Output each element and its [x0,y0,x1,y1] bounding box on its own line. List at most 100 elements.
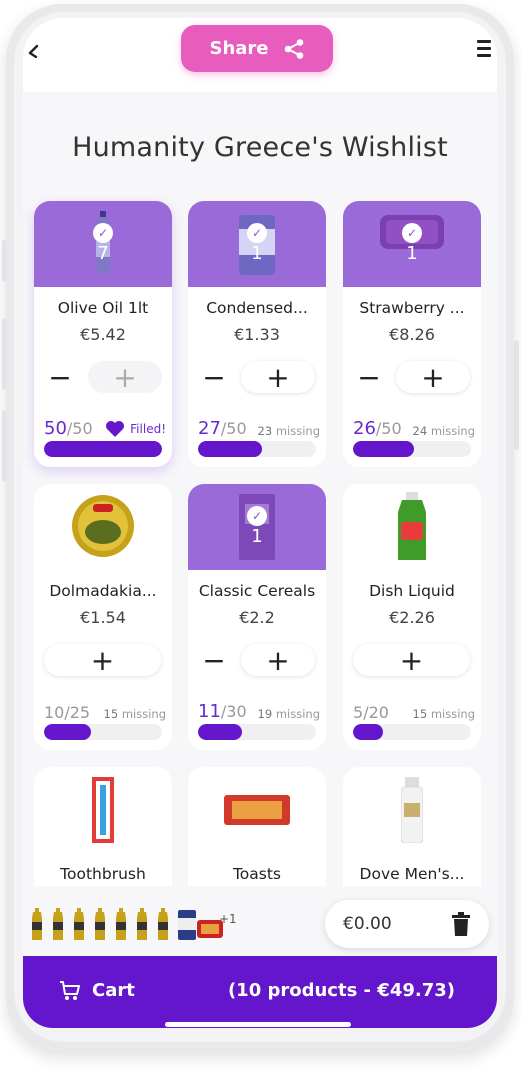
progress-bar [353,441,471,457]
missing-count: 19 missing [257,707,320,721]
trash-icon[interactable] [451,912,471,936]
dolmadakia-can-image [72,495,134,557]
progress-bar-fill [198,441,262,457]
product-price: €2.26 [389,608,435,627]
product-name: Olive Oil 1lt [57,299,149,317]
product-card-dish-liquid[interactable]: Dish Liquid €2.26 + 5/20 15 missing [343,484,481,750]
hamburger-menu-icon[interactable] [477,40,491,58]
share-button[interactable]: Share [181,25,333,72]
product-image [188,767,326,853]
increase-quantity-button[interactable]: + [353,644,470,677]
filled-status: Filled! [105,420,166,438]
app-screen: Share Humanity Greece's Wishlist ✓ 7 Oli… [23,18,497,1028]
selected-check-icon: ✓ [247,223,267,243]
cart-quantity: 1 [251,243,263,264]
cart-preview-items [31,900,223,940]
product-image: ✓ 7 [34,201,172,287]
olive-oil-thumbnail[interactable] [52,908,64,940]
product-image [34,484,172,570]
phone-side-button [2,318,7,390]
selected-check-icon: ✓ [402,223,422,243]
product-image [34,767,172,853]
progress-bar-fill [198,724,242,740]
cart-quantity: 7 [97,243,109,264]
condensed-milk-thumbnail[interactable] [178,910,196,940]
product-name: Toothbrush [60,865,146,883]
progress-info: 10/25 15 missing [44,700,166,722]
product-card-strawberry[interactable]: ✓ 1 Strawberry ... €8.26 − + 26/50 24 mi… [343,201,481,467]
missing-count: 23 missing [257,424,320,438]
progress-count: 5/20 [353,703,389,722]
decrease-quantity-button[interactable]: − [198,644,230,677]
missing-count: 15 missing [412,707,475,721]
increase-quantity-button[interactable]: + [241,644,315,677]
missing-count: 24 missing [412,424,475,438]
phone-side-button [514,340,519,450]
progress-info: 27/50 23 missing [198,417,320,439]
progress-bar-fill [44,724,92,740]
olive-oil-thumbnail[interactable] [73,908,85,940]
product-card-olive-oil[interactable]: ✓ 7 Olive Oil 1lt €5.42 − + 50/50 Filled… [34,201,172,467]
product-card-classic-cereals[interactable]: ✓ 1 Classic Cereals €2.2 − + 11/30 19 mi… [188,484,326,750]
progress-info: 50/50 Filled! [44,417,166,439]
product-image [343,484,481,570]
cart-icon [60,981,80,1000]
product-price: €5.42 [80,325,126,344]
product-image: ✓ 1 [188,201,326,287]
back-arrow-icon[interactable] [27,44,41,58]
product-price: €1.33 [234,325,280,344]
selected-check-icon: ✓ [93,223,113,243]
progress-info: 26/50 24 missing [353,417,475,439]
product-card-condensed-milk[interactable]: ✓ 1 Condensed... €1.33 − + 27/50 23 miss… [188,201,326,467]
share-icon [284,38,303,59]
decrease-quantity-button[interactable]: − [198,361,230,394]
missing-count: 15 missing [103,707,166,721]
decrease-quantity-button[interactable]: − [353,361,385,394]
cart-label: Cart [92,980,135,1001]
progress-count: 27/50 [198,418,247,439]
olive-oil-thumbnail[interactable] [115,908,127,940]
increase-quantity-button[interactable]: + [396,361,470,394]
product-price: €8.26 [389,325,435,344]
product-name: Strawberry ... [359,299,465,317]
olive-oil-thumbnail[interactable] [136,908,148,940]
dove-deodorant-image [401,777,423,843]
product-name: Dish Liquid [369,582,455,600]
cart-preview-tray: +1 €0.00 [23,886,497,956]
increase-quantity-button[interactable]: + [241,361,315,394]
progress-bar-fill [353,441,415,457]
product-price: €2.2 [239,608,275,627]
increase-quantity-button[interactable]: + [88,361,162,394]
progress-bar [353,724,471,740]
progress-count: 11/30 [198,701,247,722]
progress-bar-fill [44,441,162,457]
progress-count: 50/50 [44,418,93,439]
cart-quantity: 1 [406,243,418,264]
progress-bar-fill [353,724,383,740]
product-card-dolmadakia[interactable]: Dolmadakia... €1.54 + 10/25 15 missing [34,484,172,750]
product-image: ✓ 1 [343,201,481,287]
olive-oil-thumbnail[interactable] [31,908,43,940]
progress-count: 26/50 [353,418,402,439]
share-button-label: Share [209,38,269,59]
olive-oil-thumbnail[interactable] [157,908,169,940]
toasts-pack-image [224,795,290,825]
cart-total-value: €0.00 [343,914,392,934]
increase-quantity-button[interactable]: + [44,644,161,677]
progress-count: 10/25 [44,703,91,722]
decrease-quantity-button[interactable]: − [44,361,76,394]
cart-bar[interactable]: Cart (10 products - €49.73) [23,956,497,1028]
dish-liquid-bottle-image [398,492,426,560]
more-items-count: +1 [219,912,237,926]
page-title: Humanity Greece's Wishlist [72,132,448,163]
product-name: Toasts [232,865,282,883]
toothbrush-box-image [92,777,114,843]
phone-side-button [2,240,7,282]
progress-bar [44,724,162,740]
progress-bar [198,441,316,457]
product-name: Classic Cereals [198,582,316,600]
product-price: €1.54 [80,608,126,627]
olive-oil-thumbnail[interactable] [94,908,106,940]
top-bar: Share [23,18,497,92]
progress-bar [44,441,162,457]
